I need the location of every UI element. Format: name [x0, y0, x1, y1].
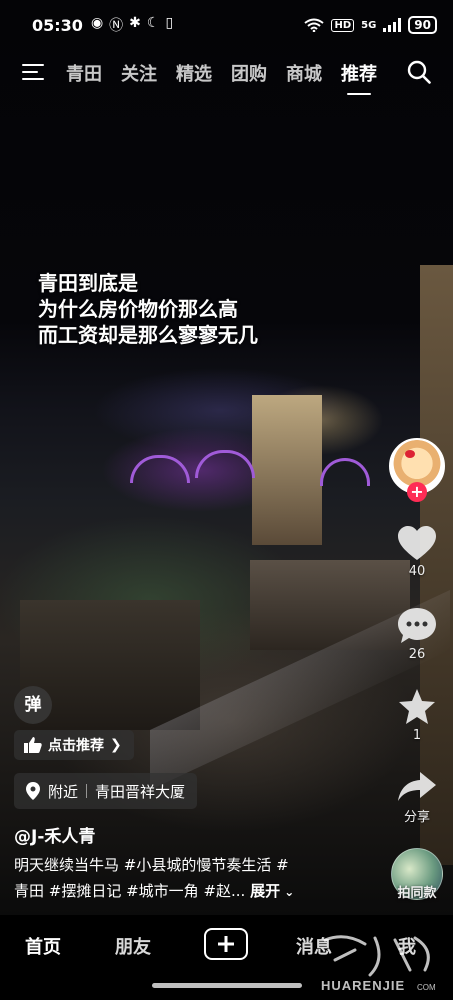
status-time: 05:30 — [32, 15, 83, 35]
divider — [86, 784, 88, 798]
video-caption: 青田到底是 为什么房价物价那么高 而工资却是那么寥寥无几 — [38, 270, 258, 348]
expand-label: 展开 — [250, 882, 281, 900]
tab-qingtian[interactable]: 青田 — [66, 60, 102, 86]
tab-following[interactable]: 关注 — [121, 60, 157, 86]
location-tag[interactable]: 附近 青田晋祥大厦 — [14, 773, 198, 809]
recommend-button[interactable]: 点击推荐 ❯ — [14, 730, 134, 760]
author-avatar-button[interactable]: + — [389, 438, 445, 502]
vibrate-icon: ▯ — [165, 15, 174, 31]
follow-plus-icon[interactable]: + — [407, 482, 427, 502]
status-left-icons: ◉ Ⓝ ✱ ☾ ▯ — [91, 15, 173, 35]
comment-count: 26 — [408, 647, 426, 662]
create-post-button[interactable] — [204, 928, 248, 960]
caption-line: 而工资却是那么寥寥无几 — [38, 323, 258, 347]
heart-icon — [398, 526, 436, 560]
tab-recommend[interactable]: 推荐 — [341, 60, 377, 95]
same-style-label: 拍同款 — [397, 886, 437, 901]
description-line: 明天继续当牛马 #小县城的慢节奏生活 # — [14, 856, 289, 874]
watermark-suffix: COM — [417, 983, 436, 992]
bridge-arch — [130, 455, 190, 483]
battery-indicator: 90 — [408, 16, 437, 34]
menu-icon[interactable] — [22, 63, 44, 81]
video-description[interactable]: 明天继续当牛马 #小县城的慢节奏生活 # 青田 #摆摊日记 #城市一角 #赵..… — [14, 852, 344, 905]
location-name: 青田晋祥大厦 — [95, 782, 186, 801]
bluetooth-icon: ✱ — [129, 15, 141, 31]
bridge-arch — [320, 458, 370, 486]
location-pin-icon — [26, 782, 40, 800]
top-nav: 青田 关注 精选 团购 商城 推荐 — [0, 52, 453, 95]
same-style-button[interactable]: 拍同款 — [389, 848, 445, 901]
nav-tabs: 青田 关注 精选 团购 商城 推荐 — [66, 60, 377, 95]
building-tall — [252, 395, 322, 545]
danmaku-toggle[interactable]: 弹 — [14, 686, 52, 724]
expand-button[interactable]: 展开 ⌄ — [250, 882, 294, 900]
chevron-right-icon: ❯ — [110, 737, 122, 753]
search-icon[interactable] — [407, 60, 431, 84]
share-label: 分享 — [403, 810, 430, 825]
description-line: 青田 #摆摊日记 #城市一角 #赵... — [14, 882, 246, 900]
eye-icon: ◉ — [90, 15, 104, 31]
chevron-down-icon: ⌄ — [280, 885, 295, 899]
comment-icon — [398, 608, 436, 643]
watermark-mark: HUARENJIE COM — [321, 935, 436, 993]
location-prefix: 附近 — [48, 782, 79, 801]
bridge-arch — [195, 450, 255, 478]
like-button[interactable]: 40 — [389, 526, 445, 579]
caption-line: 为什么房价物价那么高 — [38, 297, 238, 321]
comment-button[interactable]: 26 — [389, 607, 445, 662]
status-bar: 05:30 ◉ Ⓝ ✱ ☾ ▯ HD 5G 90 — [0, 0, 453, 50]
recommend-label: 点击推荐 — [48, 738, 104, 754]
tab-home[interactable]: 首页 — [25, 933, 61, 959]
wifi-icon — [304, 18, 325, 32]
thumbs-up-icon — [24, 737, 42, 753]
share-icon — [398, 772, 436, 801]
nfc-icon: Ⓝ — [109, 18, 124, 34]
tab-featured[interactable]: 精选 — [176, 60, 212, 86]
favorite-button[interactable]: 1 — [389, 688, 445, 743]
signal-icon — [383, 18, 402, 32]
star-icon — [399, 689, 435, 724]
tab-mall[interactable]: 商城 — [286, 60, 322, 86]
tab-group-buy[interactable]: 团购 — [231, 60, 267, 86]
share-button[interactable]: 分享 — [389, 770, 445, 825]
watermark-logo: HUARENJIE COM — [315, 930, 445, 994]
tab-friends[interactable]: 朋友 — [115, 933, 151, 959]
moon-icon: ☾ — [146, 15, 160, 31]
network-label: 5G — [361, 19, 377, 31]
watermark-text: HUARENJIE — [321, 978, 405, 993]
author-username[interactable]: @J-禾人青 — [14, 822, 95, 847]
favorite-count: 1 — [412, 728, 422, 743]
hd-badge: HD — [331, 18, 355, 32]
status-right: HD 5G 90 — [304, 16, 437, 34]
caption-line: 青田到底是 — [38, 271, 138, 295]
like-count: 40 — [408, 564, 426, 579]
home-indicator[interactable] — [152, 983, 302, 988]
